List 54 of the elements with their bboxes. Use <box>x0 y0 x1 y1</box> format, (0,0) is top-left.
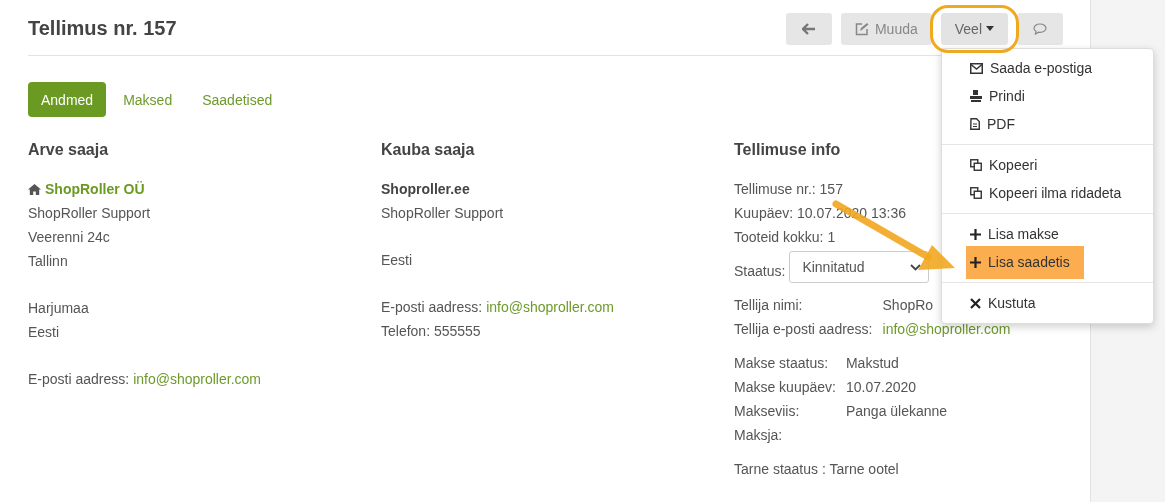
field-value: Panga ülekanne <box>845 402 948 421</box>
page-title: Tellimus nr. 157 <box>28 17 177 40</box>
field-value: 10.07.2020 <box>845 378 917 397</box>
field-value: ShopRo <box>882 296 934 315</box>
speech-bubble-icon <box>1033 22 1047 35</box>
field-value: Makstud <box>845 354 899 373</box>
menu-item[interactable]: Saada e-postiga <box>966 54 1098 82</box>
field-label: Maksja: <box>734 426 783 445</box>
email-label: E-posti aadress: <box>28 371 130 387</box>
field-label: Tellija e-posti aadress: <box>734 320 873 339</box>
comment-button[interactable] <box>1017 12 1063 45</box>
menu-item[interactable]: Prindi <box>966 82 1031 110</box>
field-label: Makseviis: <box>734 402 800 421</box>
home-icon <box>28 183 41 195</box>
address-line: Telefon: 555555 <box>381 323 481 339</box>
email-label: E-posti aadress: <box>381 299 483 315</box>
copy-icon <box>970 159 982 171</box>
chevron-down-icon <box>910 263 922 271</box>
back-arrow-icon <box>801 22 816 35</box>
menu-item[interactable]: Kopeeri <box>966 151 1044 179</box>
menu-item[interactable]: Kopeeri ilma ridadeta <box>966 179 1128 207</box>
edit-icon <box>854 21 869 36</box>
envelope-icon <box>970 62 983 74</box>
info-line: Tellimuse nr.: 157 <box>734 181 843 197</box>
back-button[interactable] <box>785 12 832 45</box>
recipient-name: Shoproller.ee <box>381 181 470 197</box>
more-button[interactable]: Veel <box>940 12 1008 45</box>
menu-item[interactable]: Lisa makse <box>966 220 1065 248</box>
menu-item[interactable]: Lisa saadetis <box>966 245 1084 279</box>
address-line: Veerenni 24c <box>28 229 110 245</box>
caret-icon <box>986 26 994 31</box>
copy-icon <box>970 187 982 199</box>
address-line: ShopRoller Support <box>28 205 151 221</box>
address-line: Tallinn <box>28 253 68 269</box>
plus-icon <box>970 256 981 268</box>
section-heading: Tellimuse info <box>734 141 842 160</box>
status-label: Staatus: <box>734 263 786 279</box>
close-icon <box>970 297 981 309</box>
address-line: Eesti <box>381 252 413 268</box>
field-label: Makse kuupäev: <box>734 378 836 397</box>
plus-icon <box>970 228 981 240</box>
field-label: Tellija nimi: <box>734 296 803 315</box>
address-line: Harjumaa <box>28 300 89 316</box>
field-label: Makse staatus: <box>734 354 829 373</box>
info-line: Tooteid kokku: 1 <box>734 229 836 245</box>
delivery-status: Tarne staatus : Tarne ootel <box>734 460 900 479</box>
section-heading: Kauba saaja <box>381 141 476 160</box>
section-heading: Arve saaja <box>28 141 110 160</box>
address-line: Eesti <box>28 324 60 340</box>
menu-item[interactable]: Kustuta <box>966 289 1042 317</box>
printer-icon <box>970 90 982 102</box>
document-icon <box>970 118 980 130</box>
address-line: ShopRoller Support <box>381 205 504 221</box>
menu-item[interactable]: PDF <box>966 110 1021 138</box>
